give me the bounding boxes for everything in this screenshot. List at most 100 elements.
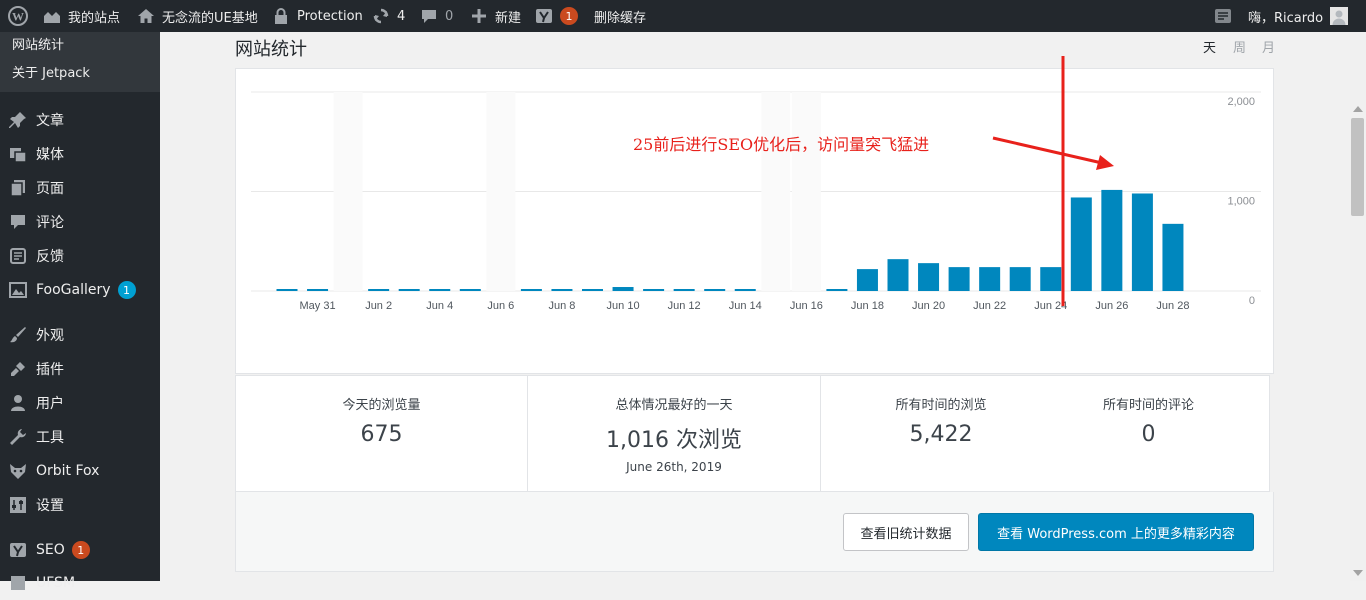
site-home-menu[interactable]: 无念流的UE基地 (136, 0, 258, 32)
menu-label-ufsm: UFSM (36, 575, 76, 591)
stat-value: 1,016 次浏览 (606, 428, 742, 453)
purge-cache-label: 删除缓存 (594, 10, 647, 26)
stat-value: 675 (360, 422, 403, 447)
menu-item-media[interactable]: 媒体 (0, 137, 160, 171)
notifications-menu[interactable] (1213, 0, 1233, 32)
purge-cache-link[interactable]: 删除缓存 (594, 0, 646, 32)
lock-icon (271, 6, 291, 26)
x-tick-label: Jun 20 (912, 300, 945, 312)
bar (307, 289, 329, 291)
menu-item-users[interactable]: 用户 (0, 386, 160, 420)
menu-label-media: 媒体 (36, 147, 64, 163)
menu-item-ufsm[interactable]: UFSM (0, 566, 160, 600)
bar (612, 287, 634, 291)
submenu-item-about-jetpack[interactable]: 关于 Jetpack (12, 62, 90, 81)
pin-icon (0, 111, 36, 129)
avatar (1329, 6, 1349, 26)
bar (398, 289, 420, 291)
menu-item-comments[interactable]: 评论 (0, 205, 160, 239)
menu-label-posts: 文章 (36, 113, 64, 129)
x-tick-label: Jun 8 (548, 300, 575, 312)
stat-all-time-comments: 所有时间的评论 0 (1061, 376, 1236, 491)
x-tick-label: Jun 10 (607, 300, 640, 312)
wordpress-logo[interactable]: W (8, 0, 28, 32)
comment-icon (0, 213, 36, 231)
media-icon (0, 145, 36, 163)
bar (582, 289, 603, 291)
bar (520, 289, 542, 291)
menu-item-foogallery[interactable]: FooGallery 1 (0, 273, 160, 307)
scroll-down-arrow-icon[interactable] (1353, 570, 1363, 576)
x-tick-label: Jun 26 (1095, 300, 1128, 312)
bar (734, 289, 756, 291)
x-tick-label: Jun 18 (851, 300, 884, 312)
comments-menu[interactable]: 0 (419, 0, 453, 32)
bar (1131, 193, 1153, 291)
bar (1040, 267, 1062, 291)
annotation-text: 25前后进行SEO优化后，访问量突飞猛进 (633, 135, 930, 154)
x-tick-label: Jun 24 (1034, 300, 1067, 312)
bar (368, 289, 390, 291)
scrollbar-thumb[interactable] (1351, 118, 1364, 216)
updates-count: 4 (397, 8, 406, 24)
menu-label-users: 用户 (36, 396, 64, 412)
stat-label: 所有时间的评论 (1102, 398, 1194, 413)
menu-item-appearance[interactable]: 外观 (0, 318, 160, 352)
menu-item-orbit-fox[interactable]: Orbit Fox (0, 454, 160, 488)
bar (704, 289, 726, 291)
bar (643, 289, 665, 291)
stat-all-time-views: 所有时间的浏览 5,422 (821, 376, 1061, 491)
stat-value: 0 (1141, 422, 1156, 447)
feedback-icon (0, 247, 36, 265)
x-tick-label: May 31 (300, 300, 336, 312)
stat-label: 所有时间的浏览 (895, 398, 987, 413)
stat-best-day: 总体情况最好的一天 1,016 次浏览 June 26th, 2019 (528, 376, 821, 491)
view-more-wpcom-button[interactable]: 查看 WordPress.com 上的更多精彩内容 (978, 513, 1254, 551)
bar (856, 269, 878, 291)
views-bar-chart: 2,000 1,000 0 May 31 Jun 2 Jun 4 Jun 6 Jun 8 Jun… (251, 91, 1261, 312)
my-sites-icon (42, 6, 62, 26)
bar (826, 289, 848, 291)
menu-item-feedback[interactable]: 反馈 (0, 239, 160, 273)
notification-icon (1213, 6, 1233, 26)
bar (276, 289, 298, 291)
foogallery-badge: 1 (117, 281, 136, 299)
page-scrollbar[interactable] (1350, 32, 1366, 581)
yoast-menu[interactable]: 1 (534, 0, 578, 32)
updates-icon (371, 6, 391, 26)
wrench-icon (0, 428, 36, 446)
x-tick-label: Jun 4 (426, 300, 453, 312)
protection-label: Protection (297, 8, 363, 24)
x-tick-label: Jun 28 (1156, 300, 1189, 312)
menu-item-pages[interactable]: 页面 (0, 171, 160, 205)
new-content-menu[interactable]: 新建 (469, 0, 521, 32)
comment-bubble-icon (419, 6, 439, 26)
bar (979, 267, 1001, 291)
user-icon (0, 394, 36, 412)
scroll-up-arrow-icon[interactable] (1353, 106, 1363, 112)
submenu-item-site-stats[interactable]: 网站统计 (12, 34, 64, 53)
view-old-stats-button[interactable]: 查看旧统计数据 (843, 513, 969, 551)
home-icon (136, 6, 156, 26)
menu-item-posts[interactable]: 文章 (0, 103, 160, 137)
bar (918, 263, 940, 291)
period-tab-day[interactable]: 天 (1203, 37, 1216, 56)
menu-item-seo[interactable]: SEO 1 (0, 533, 160, 567)
menu-item-tools[interactable]: 工具 (0, 420, 160, 454)
period-tab-week[interactable]: 周 (1233, 37, 1246, 56)
menu-item-settings[interactable]: 设置 (0, 488, 160, 522)
menu-label-appearance: 外观 (36, 328, 64, 344)
ufsm-icon (0, 574, 36, 592)
menu-item-plugins[interactable]: 插件 (0, 352, 160, 386)
bar-empty (761, 92, 791, 291)
menu-label-feedback: 反馈 (36, 249, 64, 265)
updates-menu[interactable]: 4 (371, 0, 405, 32)
menu-label-settings: 设置 (36, 498, 64, 514)
bar (887, 259, 909, 291)
page-icon (0, 179, 36, 197)
period-tab-month[interactable]: 月 (1262, 37, 1275, 56)
my-sites-menu[interactable]: 我的站点 (42, 0, 120, 32)
user-account-menu[interactable]: 嗨，Ricardo (1248, 0, 1349, 32)
protection-menu[interactable]: Protection (271, 0, 363, 32)
menu-label-foogallery: FooGallery (36, 282, 111, 298)
